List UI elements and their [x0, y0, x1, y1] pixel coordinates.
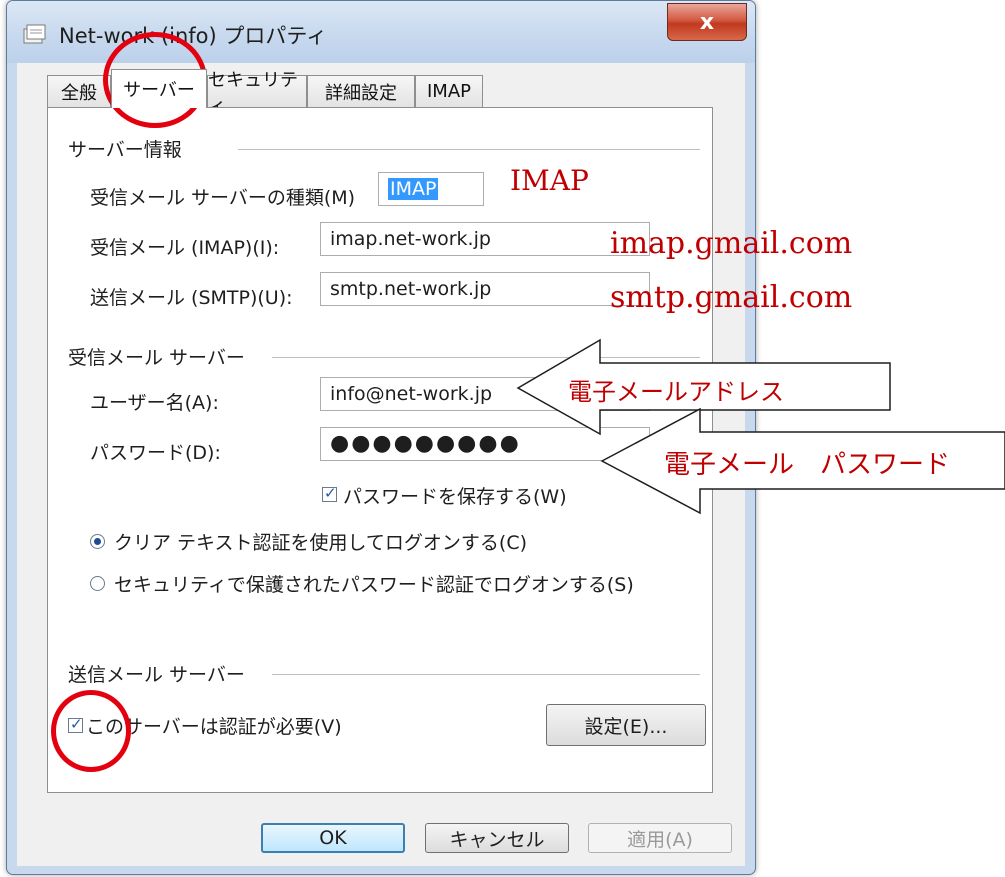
email-address-annotation: 電子メールアドレス [568, 378, 784, 406]
arrow-email-password [600, 407, 1005, 515]
email-password-annotation: 電子メール パスワード [664, 450, 951, 480]
tab-server[interactable]: サーバー [111, 69, 207, 108]
